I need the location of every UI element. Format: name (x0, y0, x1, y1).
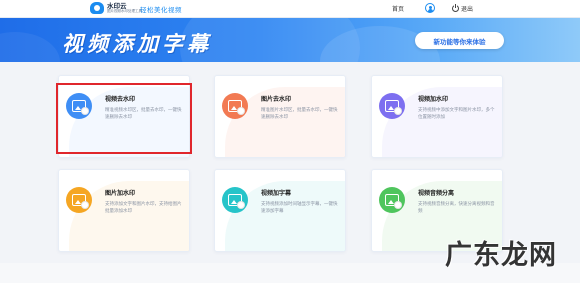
card-title: 视频加字幕 (261, 190, 292, 197)
image-icon (222, 93, 248, 119)
video-icon (379, 93, 405, 119)
card-title: 视频音频分离 (418, 190, 455, 197)
user-icon[interactable] (425, 3, 435, 13)
power-icon (452, 4, 459, 12)
card-video-add-subtitle[interactable]: 视频加字幕 支持视频添加时间轴显示字幕，一键快速添加字幕 (214, 169, 346, 252)
try-new-feature-button[interactable]: 新功能等你来体验 (415, 32, 504, 49)
card-desc: 精准图片水印区，批量去水印，一键快速删除去水印 (261, 108, 338, 120)
card-video-add-watermark[interactable]: 视频加水印 支持视频中添加文字和图片水印，多个位置随时添加 (371, 75, 503, 158)
card-image-add-watermark[interactable]: 图片加水印 支持添加文字和图片水印，支持给图片批量添加水印 (58, 169, 190, 252)
card-title: 图片加水印 (105, 190, 136, 197)
video-icon (222, 187, 248, 213)
video-icon (379, 187, 405, 213)
card-desc: 支持视频音频分离，快速分离视频和音频 (418, 202, 495, 214)
card-title: 图片去水印 (261, 96, 292, 103)
card-desc: 支持视频添加时间轴显示字幕，一键快速添加字幕 (261, 202, 338, 214)
card-desc: 支持视频中添加文字和图片水印，多个位置随时添加 (418, 108, 495, 120)
logo-tagline: 图片视频水印处理工具 (107, 9, 142, 13)
slogan: 轻松美化视频 (140, 6, 182, 14)
card-image-remove-watermark[interactable]: 图片去水印 精准图片水印区，批量去水印，一键快速删除去水印 (214, 75, 346, 158)
top-bar: 水印云 图片视频水印处理工具 轻松美化视频 首页 退出 (0, 0, 580, 18)
card-title: 视频加水印 (418, 96, 449, 103)
image-icon (66, 187, 92, 213)
logo[interactable]: 水印云 图片视频水印处理工具 (90, 2, 142, 14)
nav-home-link[interactable]: 首页 (392, 4, 404, 13)
card-desc: 支持添加文字和图片水印，支持给图片批量添加水印 (105, 202, 182, 214)
logout-button[interactable]: 退出 (452, 4, 473, 13)
cloud-logo-icon (90, 2, 104, 14)
selection-highlight (56, 83, 192, 154)
logout-label: 退出 (461, 6, 474, 13)
banner-title: 视频添加字幕 (62, 32, 212, 56)
watermark-text: 广东龙网 (445, 240, 557, 271)
banner: 视频添加字幕 新功能等你来体验 (0, 18, 580, 62)
